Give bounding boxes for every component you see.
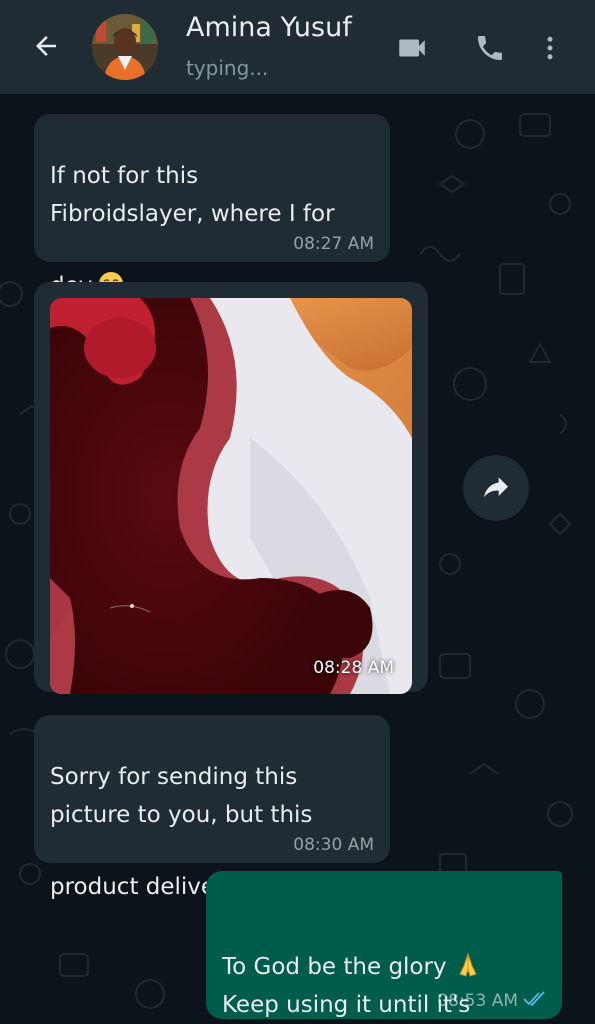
forward-button[interactable] [463, 455, 529, 521]
message-time: 08:30 AM [293, 835, 374, 855]
video-call-icon[interactable] [392, 28, 432, 68]
more-options-icon[interactable] [530, 28, 570, 68]
message-time: 08:28 AM [313, 658, 394, 678]
message-time: 08:27 AM [293, 234, 374, 254]
typing-status: typing... [186, 56, 269, 80]
read-receipt-icon [523, 991, 545, 1007]
avatar[interactable] [92, 14, 158, 80]
forward-arrow-icon [484, 477, 508, 498]
message-bubble[interactable]: Sorry for sending this picture to you, b… [34, 715, 390, 900]
attached-photo[interactable] [50, 298, 412, 694]
message-text-continued: Keep using it until it's gone. [222, 992, 471, 1018]
message-time: 08:53 AM [437, 991, 518, 1011]
outgoing-message-bubble[interactable]: To God be the glory Keep using it until … [206, 871, 562, 1019]
message-bubble[interactable]: If not for this Fibroidslayer, where I f… [34, 114, 390, 299]
chat-area[interactable]: If not for this Fibroidslayer, where I f… [0, 94, 595, 1024]
folded-hands-emoji-icon [455, 914, 481, 977]
message-text: If not for this Fibroidslayer, where I f… [50, 163, 335, 299]
image-message-bubble[interactable]: 08:28 AM [34, 282, 428, 694]
contact-name[interactable]: Amina Yusuf [186, 12, 352, 43]
voice-call-icon[interactable] [470, 28, 510, 68]
chat-header: Amina Yusuf typing... [0, 0, 595, 94]
crying-face-emoji-icon [98, 233, 124, 296]
back-arrow-icon[interactable] [28, 28, 64, 64]
message-text: To God be the glory [222, 954, 447, 980]
